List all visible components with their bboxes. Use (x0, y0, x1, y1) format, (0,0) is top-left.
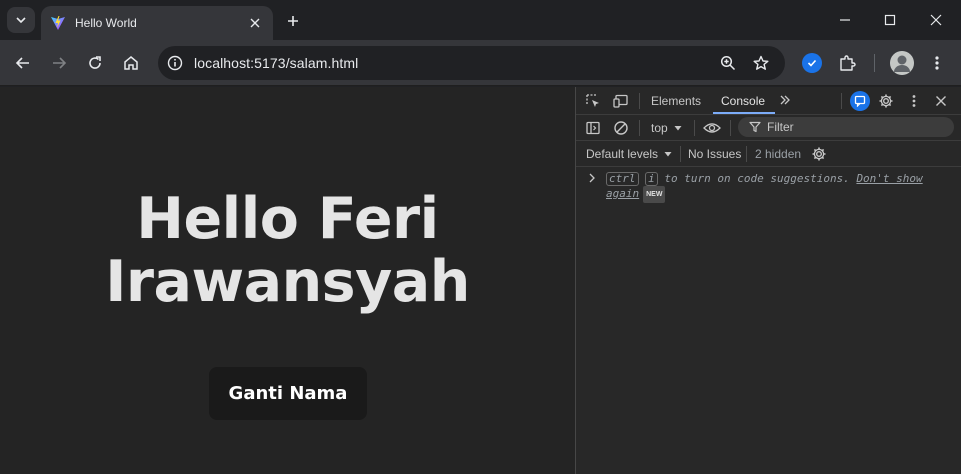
devtools-divider (730, 120, 731, 136)
ai-assistance-button[interactable] (850, 91, 870, 111)
maximize-icon (884, 14, 896, 26)
bookmark-button[interactable] (751, 53, 771, 73)
tab-elements[interactable]: Elements (651, 94, 701, 108)
eye-icon (703, 123, 721, 133)
close-icon (250, 18, 260, 28)
home-button[interactable] (119, 51, 143, 75)
issues-button[interactable]: No Issues (688, 147, 741, 161)
devtools-divider (694, 120, 695, 136)
key-i: i (645, 172, 658, 186)
star-icon (753, 55, 769, 70)
key-ctrl: ctrl (606, 172, 639, 186)
devtools-tab-bar: Elements Console (576, 87, 961, 115)
log-levels-dropdown[interactable]: Default levels (586, 147, 672, 161)
puzzle-icon (840, 55, 856, 71)
extensions-menu-button[interactable] (835, 51, 859, 75)
browser-menu-button[interactable] (925, 51, 949, 75)
minimize-button[interactable] (833, 8, 857, 32)
block-icon (614, 121, 628, 135)
prompt-chevron-icon (589, 173, 595, 183)
arrow-left-icon (15, 57, 29, 69)
reload-icon (89, 56, 101, 69)
tab-console[interactable]: Console (721, 94, 765, 108)
filter-icon (749, 121, 761, 133)
devtools-menu-button[interactable] (904, 91, 924, 111)
hidden-messages-count: 2 hidden (755, 147, 802, 161)
devtools-panel: Elements Console top Filter Default leve… (575, 87, 961, 474)
site-info-button[interactable] (165, 53, 185, 73)
filter-placeholder: Filter (767, 120, 794, 134)
window-close-button[interactable] (924, 8, 948, 32)
chevron-double-right-icon (780, 95, 790, 105)
browser-toolbar: localhost:5173/salam.html (0, 40, 961, 86)
console-filter-input[interactable]: Filter (738, 117, 954, 137)
tab-close-button[interactable] (245, 13, 265, 33)
checkmark-icon (807, 59, 817, 67)
device-toolbar-button[interactable] (611, 91, 631, 111)
code-suggestion-hint: ctrl i to turn on code suggestions. Don'… (606, 171, 946, 203)
forward-button[interactable] (47, 51, 71, 75)
inspect-element-button[interactable] (583, 91, 603, 111)
greeting-heading: Hello Feri Irawansyah (105, 186, 470, 315)
context-selector[interactable]: top (651, 121, 682, 135)
gear-icon (812, 147, 826, 161)
close-icon (936, 96, 946, 106)
inspect-icon (586, 94, 599, 107)
devtools-divider (746, 146, 747, 162)
change-name-button[interactable]: Ganti Nama (209, 367, 367, 420)
device-icon (613, 94, 628, 108)
minimize-icon (840, 19, 850, 21)
sidebar-icon (586, 121, 600, 135)
address-bar[interactable]: localhost:5173/salam.html (158, 46, 785, 80)
reload-button[interactable] (83, 51, 107, 75)
url-text: localhost:5173/salam.html (194, 55, 359, 71)
log-levels-label: Default levels (586, 147, 659, 161)
close-icon (930, 14, 942, 26)
home-icon (124, 56, 138, 70)
devtools-divider (639, 120, 640, 136)
chat-icon (854, 95, 866, 107)
profile-avatar[interactable] (890, 51, 914, 75)
chevron-down-icon (16, 17, 26, 24)
caret-down-icon (674, 126, 682, 131)
extension-button[interactable] (802, 53, 822, 73)
devtools-divider (639, 93, 640, 109)
zoom-in-icon (720, 55, 736, 71)
console-levels-bar: Default levels No Issues 2 hidden (576, 141, 961, 167)
tab-search-button[interactable] (7, 7, 35, 33)
active-tab-indicator (713, 112, 775, 114)
console-settings-button[interactable] (809, 144, 829, 164)
devtools-settings-button[interactable] (876, 91, 896, 111)
maximize-button[interactable] (878, 8, 902, 32)
title-bar: Hello World (0, 0, 961, 40)
toolbar-divider (874, 54, 875, 72)
info-icon (167, 55, 183, 71)
new-tab-button[interactable] (282, 10, 304, 32)
more-tabs-button[interactable] (775, 90, 795, 110)
live-expression-button[interactable] (702, 118, 722, 138)
devtools-divider (680, 146, 681, 162)
plus-icon (288, 16, 298, 26)
more-vertical-icon (912, 95, 916, 107)
vite-favicon-icon (51, 16, 65, 30)
tab-title: Hello World (75, 16, 137, 30)
console-toolbar: top Filter (576, 115, 961, 141)
context-value: top (651, 121, 668, 135)
gear-icon (879, 94, 893, 108)
clear-console-button[interactable] (611, 118, 631, 138)
show-sidebar-button[interactable] (583, 118, 603, 138)
devtools-close-button[interactable] (931, 91, 951, 111)
hint-text: to turn on code suggestions. (664, 172, 850, 185)
arrow-right-icon (53, 57, 67, 69)
caret-down-icon (664, 152, 672, 157)
back-button[interactable] (11, 51, 35, 75)
devtools-divider (841, 93, 842, 109)
zoom-button[interactable] (718, 53, 738, 73)
page-viewport: Hello Feri Irawansyah Ganti Nama (0, 87, 575, 474)
more-vertical-icon (935, 56, 939, 70)
new-badge: NEW (643, 186, 666, 203)
browser-tab[interactable]: Hello World (41, 6, 273, 40)
avatar-icon (890, 51, 914, 75)
